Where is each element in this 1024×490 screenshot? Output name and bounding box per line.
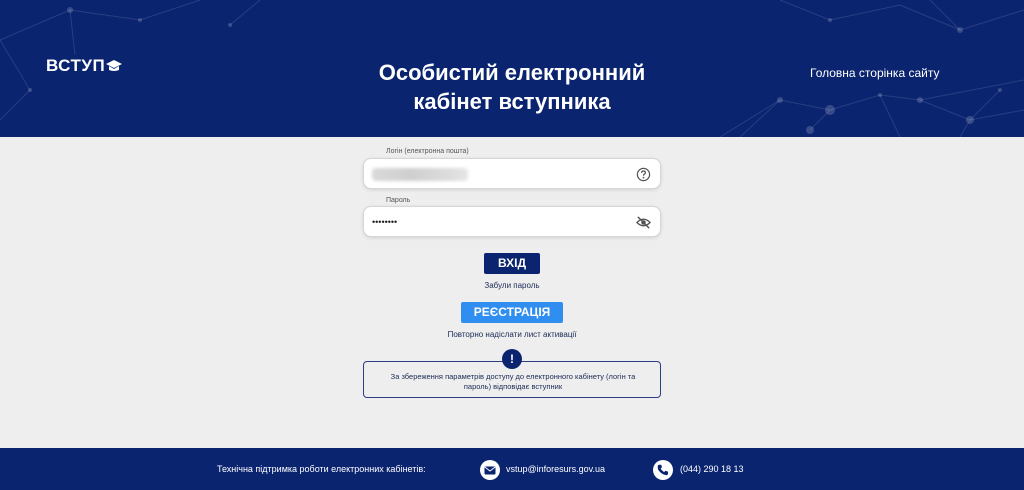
support-text: Технічна підтримка роботи електронних ка…	[217, 464, 426, 474]
login-input[interactable]	[372, 165, 622, 183]
password-input[interactable]	[372, 213, 622, 231]
page-title: Особистий електронний кабінет вступника	[352, 58, 672, 116]
support-phone[interactable]: (044) 290 18 13	[680, 464, 744, 474]
forgot-password-link[interactable]: Забули пароль	[472, 281, 552, 290]
page-title-line-1: Особистий електронний	[378, 60, 646, 85]
login-label: Логін (електронна пошта)	[386, 148, 469, 155]
logo[interactable]: ВСТУП	[46, 56, 123, 76]
home-page-link[interactable]: Головна сторінка сайту	[810, 66, 939, 80]
graduation-cap-icon	[106, 60, 123, 71]
envelope-icon	[480, 460, 500, 480]
resend-activation-link[interactable]: Повторно надіслати лист активації	[412, 330, 612, 339]
header: ВСТУП Особистий електронний кабінет всту…	[0, 0, 1024, 137]
logo-text: ВСТУП	[46, 56, 106, 75]
footer: Технічна підтримка роботи електронних ка…	[0, 448, 1024, 490]
password-label: Пароль	[386, 197, 411, 204]
login-field[interactable]	[363, 158, 661, 189]
page-title-line-2: кабінет вступника	[413, 89, 611, 114]
exclamation-icon: !	[502, 349, 522, 369]
phone-icon	[653, 460, 673, 480]
help-circle-icon[interactable]	[636, 167, 651, 182]
eye-off-icon[interactable]	[636, 215, 651, 230]
support-email-link[interactable]: vstup@inforesurs.gov.ua	[506, 464, 605, 474]
password-field[interactable]	[363, 206, 661, 237]
register-button[interactable]: РЕЄСТРАЦІЯ	[461, 302, 563, 323]
login-button[interactable]: ВХІД	[484, 253, 540, 274]
notice-text: За збереження параметрів доступу до елек…	[390, 372, 636, 391]
